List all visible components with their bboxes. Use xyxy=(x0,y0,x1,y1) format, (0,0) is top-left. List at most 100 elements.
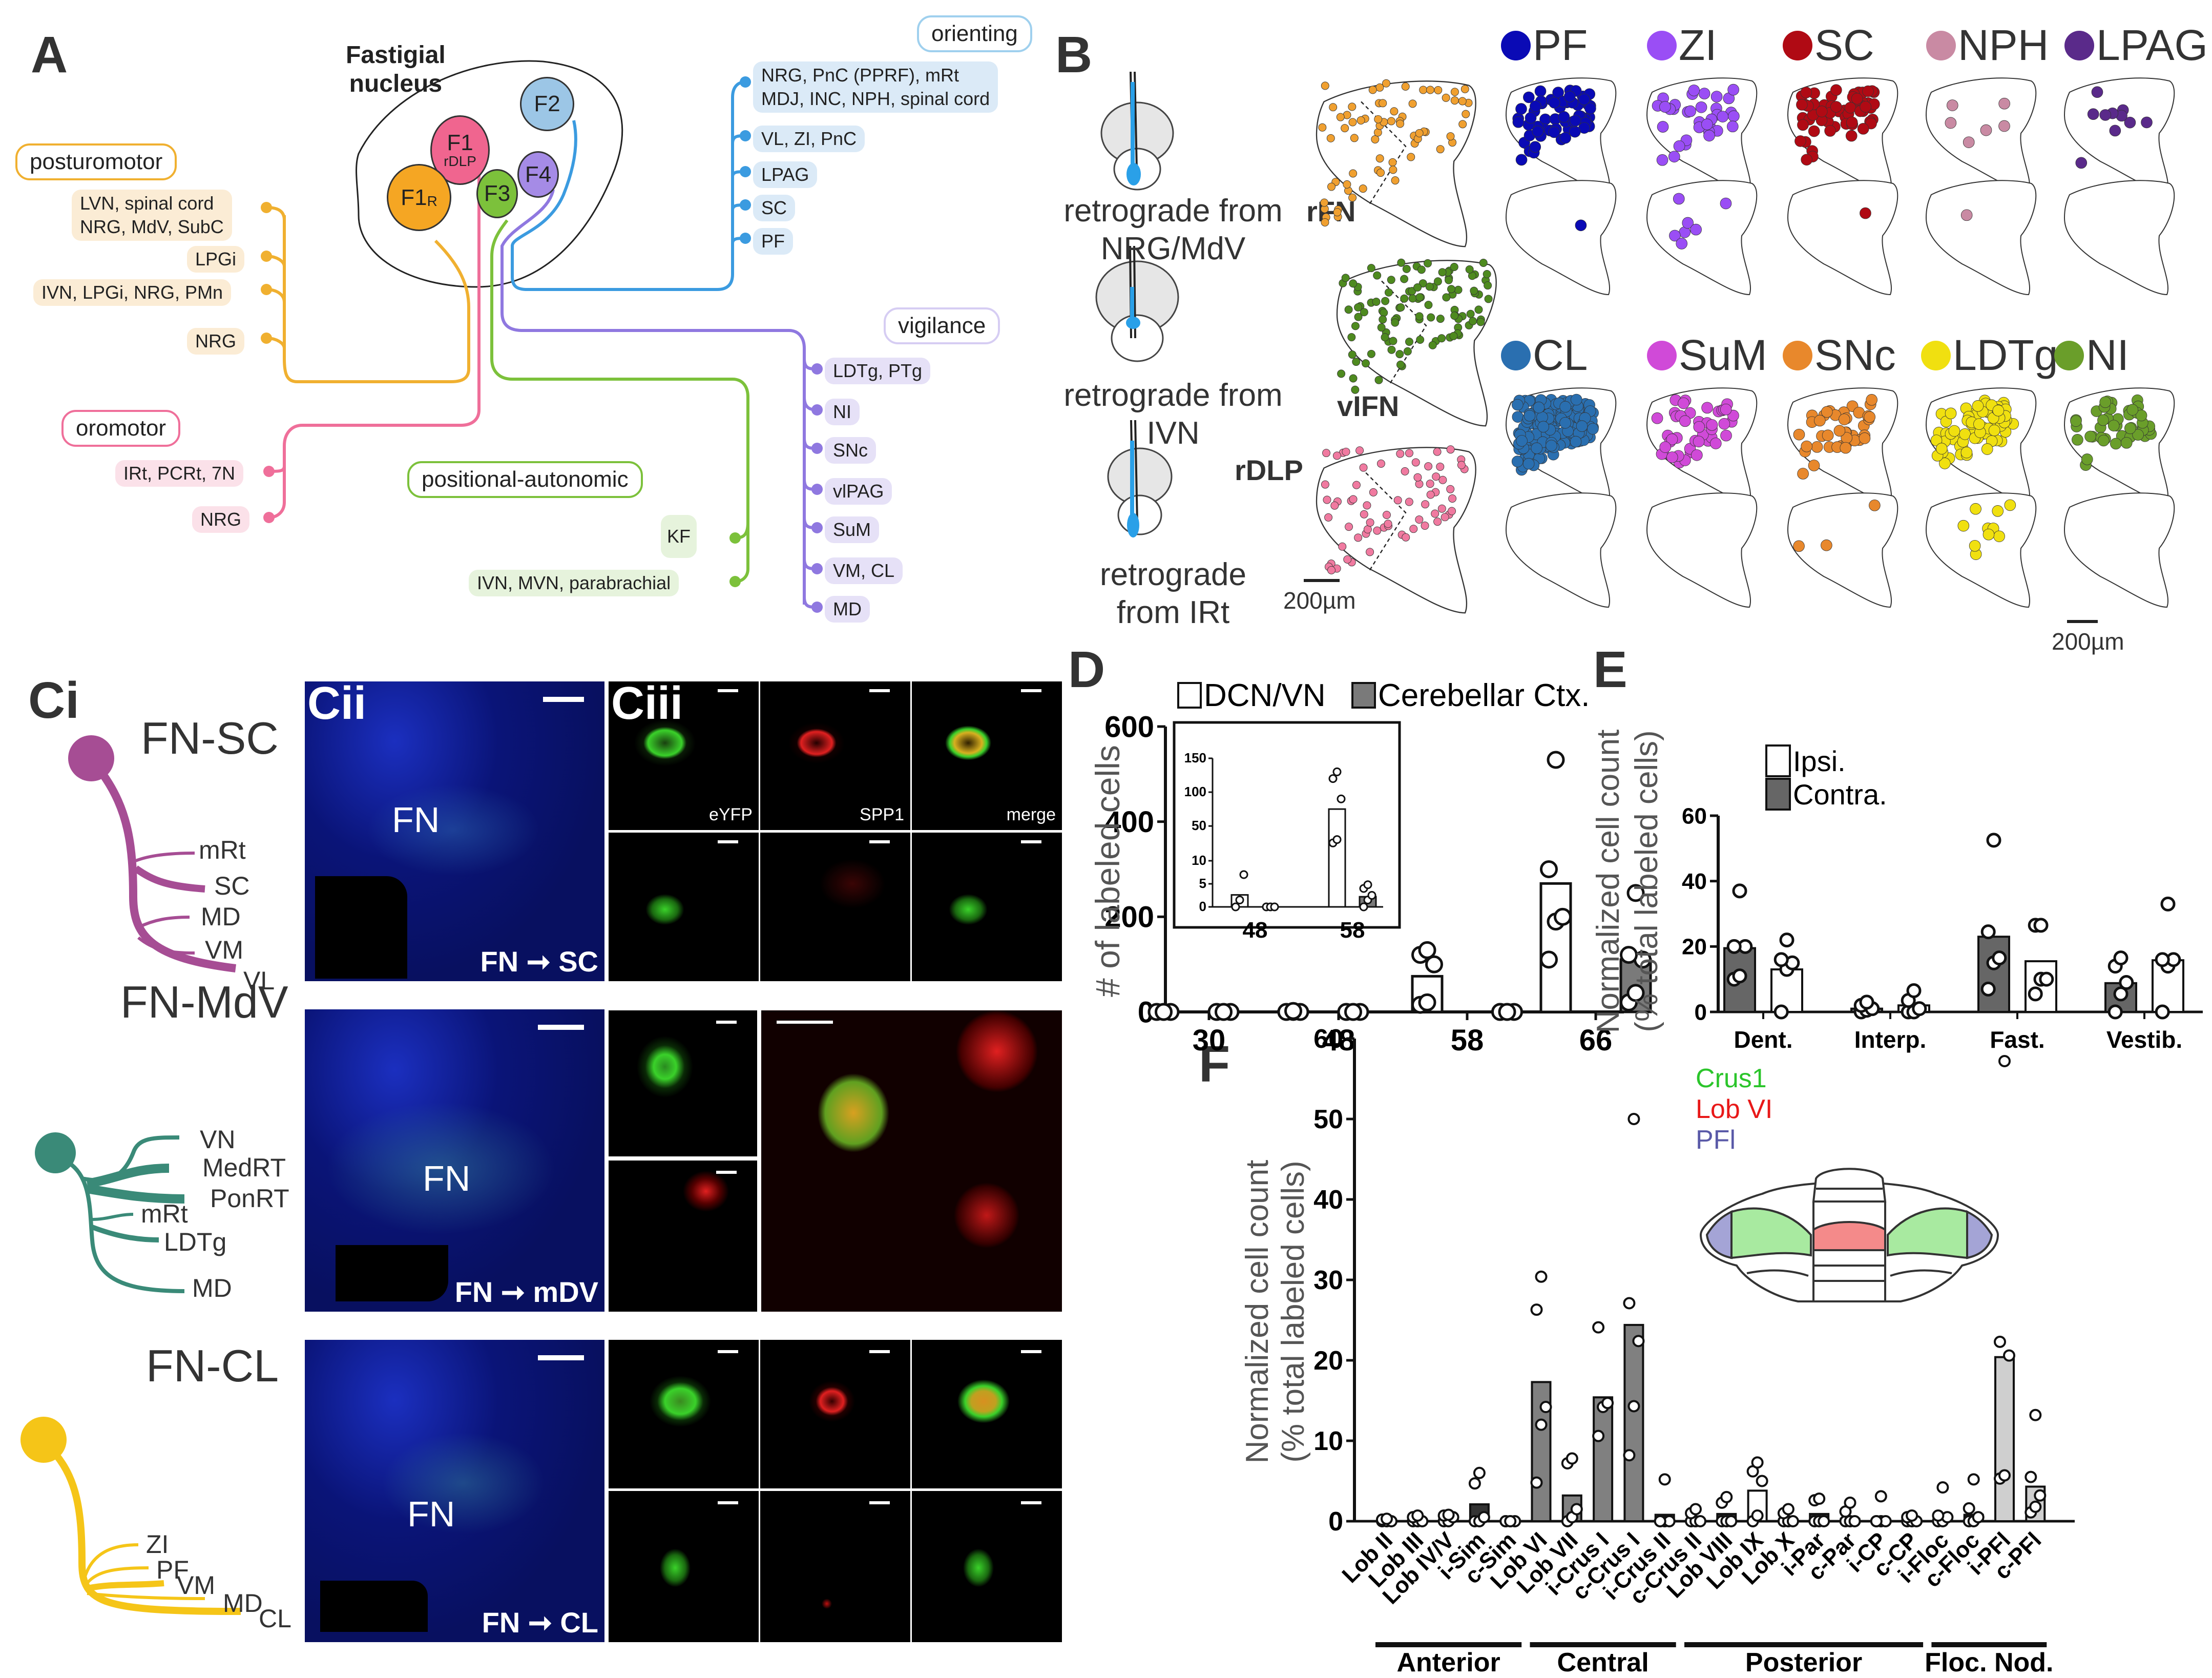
chart-e-data-point xyxy=(2155,1004,2170,1020)
chart-d-bar xyxy=(1539,882,1572,1013)
chart-f-data-point xyxy=(1623,1449,1636,1462)
chart-f-data-point xyxy=(1539,1401,1552,1414)
chart-d-inset-y-tick-label: 0 xyxy=(1199,899,1206,914)
chart-f-data-point xyxy=(1530,1476,1543,1489)
chart-d-inset-y-tick-label: 150 xyxy=(1184,750,1206,765)
chart-d-inset-y-tick-label: 50 xyxy=(1192,818,1206,833)
chart-e-y-label: Normalized cell count xyxy=(1591,730,1626,1033)
chart-e-legend-label: Contra. xyxy=(1793,778,1887,811)
chart-f-data-point xyxy=(1411,1509,1424,1522)
chart-e-data-point xyxy=(2113,950,2128,966)
chart-f-y-tick-label: 30 xyxy=(1313,1266,1343,1295)
chart-f-group-label: Posterior xyxy=(1745,1648,1862,1677)
chart-f-data-point xyxy=(2025,1470,2037,1483)
chart-f-data-point xyxy=(1756,1475,1768,1487)
chart-f-data-point xyxy=(1504,1515,1517,1527)
chart-e-bar xyxy=(1977,936,2010,1013)
chart-f-y-label: Normalized cell count xyxy=(1240,1160,1275,1464)
f-inset-legend: Crus1 Lob VI PFl xyxy=(1696,1063,1772,1155)
chart-f-data-point xyxy=(1936,1481,1949,1494)
charts-layer: 020040060030 48 58 66# of labeled cellsDCN/… xyxy=(1089,678,2203,1677)
chart-d-inset-data-point xyxy=(1328,774,1338,783)
chart-f-data-point xyxy=(1725,1515,1738,1527)
chart-f-data-point xyxy=(1535,1270,1548,1283)
chart-f-data-point xyxy=(1627,1400,1640,1413)
chart-e-x-tick-label: Interp. xyxy=(1854,1026,1927,1053)
chart-f-data-point xyxy=(1477,1511,1490,1524)
chart-f-group-label: Anterior xyxy=(1396,1648,1500,1677)
chart-f-data-point xyxy=(1592,1430,1605,1442)
chart-d-inset-data-point xyxy=(1239,870,1248,879)
chart-d-inset-y-tick-label: 10 xyxy=(1192,853,1206,868)
chart-f-data-point xyxy=(2034,1489,2047,1502)
chart-f-data-point xyxy=(1623,1297,1636,1310)
chart-d-inset-data-point xyxy=(1332,767,1342,776)
chart-e: 0 20 40 60 Dent. Interp. Fast. Vestib. Normalize… xyxy=(1591,730,2203,1053)
chart-d-x-tick-label: 58 xyxy=(1451,1024,1484,1057)
chart-f-data-point xyxy=(2029,1408,2042,1421)
chart-f-data-point xyxy=(1473,1466,1486,1479)
chart-e-data-point xyxy=(2155,952,2170,967)
chart-d: 020040060030 48 58 66# of labeled cellsDCN/… xyxy=(1089,678,1652,1057)
chart-f-data-point xyxy=(1658,1473,1671,1486)
chart-e-legend-swatch xyxy=(1765,778,1791,811)
chart-e-data-point xyxy=(2119,975,2134,990)
chart-e-y-tick-label: 0 xyxy=(1695,1000,1707,1025)
chart-d-y-tick-label: 600 xyxy=(1104,710,1154,743)
chart-f: 0102030405060Lob IILob IIILob IV/Vi-Simc… xyxy=(1240,1024,2075,1677)
chart-d-legend-swatch xyxy=(1351,682,1376,709)
chart-e-data-point xyxy=(2039,971,2054,987)
chart-f-data-point xyxy=(1963,1502,1975,1515)
chart-f-data-point xyxy=(1530,1303,1543,1316)
chart-d-inset-data-point xyxy=(1332,835,1342,844)
chart-d-data-point xyxy=(1554,907,1572,926)
chart-d-data-point xyxy=(1540,860,1558,878)
chart-f-data-point xyxy=(1632,1335,1645,1348)
chart-d-legend-swatch xyxy=(1177,682,1202,709)
chart-f-y-tick-label: 20 xyxy=(1313,1346,1343,1376)
legend-crus1: Crus1 xyxy=(1696,1064,1767,1093)
chart-f-data-point xyxy=(1848,1515,1861,1527)
chart-e-data-point xyxy=(2033,918,2049,933)
chart-f-data-point xyxy=(1592,1321,1605,1334)
chart-f-data-point xyxy=(1972,1511,1985,1524)
chart-f-data-point xyxy=(1570,1503,1583,1516)
chart-d-inset: 0 5 10 50 100 150 48 58 xyxy=(1173,721,1401,943)
chart-e-y-tick-label: 20 xyxy=(1682,935,1707,960)
chart-d-inset-data-point xyxy=(1270,902,1279,911)
chart-e-legend-label: Ipsi. xyxy=(1793,745,1846,777)
chart-f-data-point xyxy=(1694,1515,1706,1527)
chart-e-data-point xyxy=(2107,1004,2123,1020)
chart-d-inset-data-point xyxy=(1235,896,1244,904)
legend-pfl: PFl xyxy=(1696,1125,1736,1155)
chart-d-inset-data-point xyxy=(1231,902,1240,911)
chart-d-legend-label: Cerebellar Ctx. xyxy=(1378,678,1590,713)
chart-f-group-label: Central xyxy=(1557,1648,1649,1677)
chart-f-y-tick-label: 10 xyxy=(1313,1426,1343,1456)
chart-e-data-point xyxy=(1906,983,1922,999)
chart-f-y-label: (% total labeled cells) xyxy=(1276,1161,1311,1462)
chart-f-data-point xyxy=(1381,1513,1393,1525)
chart-d-data-point xyxy=(1418,993,1436,1011)
chart-d-inset-data-point xyxy=(1363,880,1372,889)
chart-f-data-point xyxy=(1751,1509,1764,1522)
chart-e-data-point xyxy=(1779,933,1794,948)
chart-d-inset-x-tick-label: 58 xyxy=(1340,918,1365,943)
chart-d-data-point xyxy=(1284,1002,1302,1020)
chart-f-data-point xyxy=(1874,1490,1887,1503)
chart-d-data-point xyxy=(1418,941,1436,959)
chart-d-y-label: # of labeled cells xyxy=(1089,745,1126,997)
chart-e-data-point xyxy=(1726,939,1742,954)
chart-f-y-tick-label: 0 xyxy=(1328,1507,1343,1537)
chart-f-data-point xyxy=(1870,1515,1883,1527)
chart-f-data-point xyxy=(1566,1452,1578,1465)
chart-f-data-point xyxy=(1689,1503,1702,1516)
chart-f-data-point xyxy=(1654,1515,1666,1527)
chart-e-legend-swatch xyxy=(1765,744,1791,777)
chart-d-data-point xyxy=(1540,950,1558,969)
chart-e-data-point xyxy=(1859,995,1874,1010)
chart-f-data-point xyxy=(1906,1509,1918,1522)
chart-f-data-point xyxy=(1967,1473,1980,1486)
chart-f-y-tick-label: 60 xyxy=(1313,1024,1343,1054)
chart-f-data-point xyxy=(1932,1509,1945,1522)
